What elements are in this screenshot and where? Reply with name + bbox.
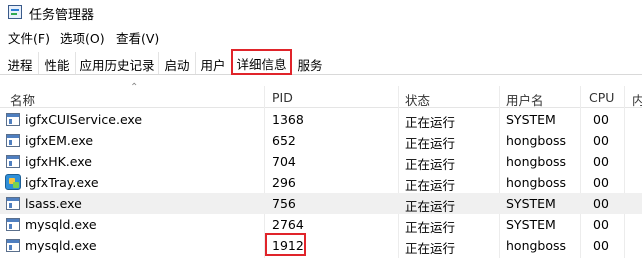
- process-status: 正在运行: [405, 178, 456, 193]
- process-status: 正在运行: [405, 199, 456, 214]
- process-user: SYSTEM: [506, 112, 556, 127]
- process-status: 正在运行: [405, 157, 456, 172]
- table-row[interactable]: mysqld.exe 1912 正在运行 hongboss 00: [0, 235, 642, 256]
- process-cpu: 00: [593, 196, 609, 211]
- process-status: 正在运行: [405, 115, 456, 130]
- table-header: 名称 PID 状态 用户名 CPU 内: [0, 86, 642, 108]
- process-name: igfxTray.exe: [25, 175, 99, 190]
- column-header-username[interactable]: 用户名: [506, 90, 544, 109]
- process-icon: [6, 197, 20, 210]
- process-user: hongboss: [506, 154, 567, 169]
- task-manager-icon: [8, 5, 22, 19]
- table-row[interactable]: igfxHK.exe 704 正在运行 hongboss 00: [0, 151, 642, 172]
- process-status: 正在运行: [405, 136, 456, 151]
- process-user: hongboss: [506, 238, 567, 253]
- table-row[interactable]: igfxTray.exe 296 正在运行 hongboss 00: [0, 172, 642, 193]
- tab-users[interactable]: 用户: [196, 52, 230, 74]
- process-cpu: 00: [593, 112, 609, 127]
- pid-highlight-box: [265, 233, 306, 256]
- table-row[interactable]: lsass.exe 756 正在运行 SYSTEM 00: [0, 193, 642, 214]
- process-status: 正在运行: [405, 241, 456, 256]
- tray-app-icon: [5, 174, 21, 190]
- tab-processes[interactable]: 进程: [2, 52, 39, 74]
- process-name: igfxCUIService.exe: [25, 112, 143, 127]
- process-name: igfxEM.exe: [25, 133, 94, 148]
- process-pid: 704: [272, 154, 296, 169]
- menu-bar: 文件(F) 选项(O) 查看(V): [0, 26, 642, 46]
- process-pid: 2764: [272, 217, 304, 232]
- process-cpu: 00: [593, 217, 609, 232]
- process-user: SYSTEM: [506, 217, 556, 232]
- process-pid: 1368: [272, 112, 304, 127]
- process-name: mysqld.exe: [25, 217, 97, 232]
- table-row[interactable]: igfxCUIService.exe 1368 正在运行 SYSTEM 00: [0, 109, 642, 130]
- column-header-cpu[interactable]: CPU: [589, 90, 614, 105]
- process-pid: 756: [272, 196, 296, 211]
- process-icon: [6, 155, 20, 168]
- tab-details[interactable]: 详细信息: [231, 49, 292, 75]
- tab-services[interactable]: 服务: [293, 52, 327, 74]
- process-status: 正在运行: [405, 220, 456, 235]
- process-user: hongboss: [506, 133, 567, 148]
- window-title: 任务管理器: [29, 8, 95, 23]
- process-icon: [6, 134, 20, 147]
- process-name: mysqld.exe: [25, 238, 97, 253]
- process-user: SYSTEM: [506, 196, 556, 211]
- process-cpu: 00: [593, 154, 609, 169]
- title-bar: 任务管理器: [0, 0, 642, 24]
- process-user: hongboss: [506, 175, 567, 190]
- table-row[interactable]: mysqld.exe 2764 正在运行 SYSTEM 00: [0, 214, 642, 235]
- menu-file[interactable]: 文件(F): [8, 28, 50, 47]
- process-cpu: 00: [593, 175, 609, 190]
- table-row[interactable]: igfxEM.exe 652 正在运行 hongboss 00: [0, 130, 642, 151]
- process-pid: 652: [272, 133, 296, 148]
- process-cpu: 00: [593, 133, 609, 148]
- process-pid: 296: [272, 175, 296, 190]
- tab-bar: 进程 性能 应用历史记录 启动 用户 详细信息 服务: [0, 49, 642, 75]
- tab-startup[interactable]: 启动: [159, 52, 196, 74]
- process-icon: [6, 113, 20, 126]
- column-header-pid[interactable]: PID: [272, 90, 293, 105]
- process-icon: [6, 239, 20, 252]
- process-name: lsass.exe: [25, 196, 82, 211]
- column-header-status[interactable]: 状态: [405, 90, 430, 109]
- column-header-memory[interactable]: 内: [632, 90, 642, 109]
- process-name: igfxHK.exe: [25, 154, 92, 169]
- menu-view[interactable]: 查看(V): [116, 28, 159, 47]
- menu-options[interactable]: 选项(O): [60, 28, 105, 47]
- tab-app-history[interactable]: 应用历史记录: [76, 52, 159, 74]
- process-icon: [6, 218, 20, 231]
- process-cpu: 00: [593, 238, 609, 253]
- tab-performance[interactable]: 性能: [39, 52, 76, 74]
- column-header-name[interactable]: 名称: [10, 90, 35, 109]
